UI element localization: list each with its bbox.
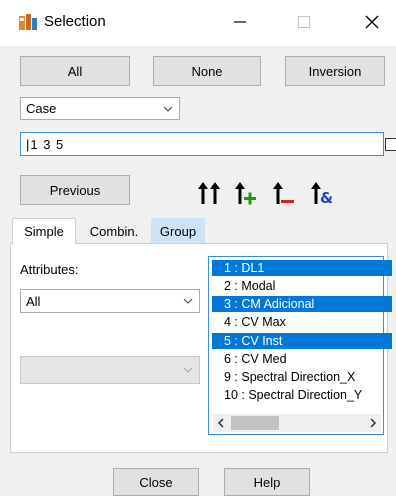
none-button[interactable]: None bbox=[153, 56, 261, 86]
attributes-select-value: All bbox=[26, 293, 41, 309]
tab-combin[interactable]: Combin. bbox=[78, 218, 150, 244]
list-item[interactable]: 6 : CV Med bbox=[212, 351, 392, 367]
list-item[interactable]: 1 : DL1 bbox=[212, 260, 392, 276]
add-selection-icon[interactable] bbox=[234, 181, 256, 205]
select-all-icon[interactable] bbox=[198, 181, 220, 205]
previous-button[interactable]: Previous bbox=[20, 175, 130, 205]
list-item[interactable]: 2 : Modal bbox=[212, 278, 392, 294]
chevron-down-icon bbox=[183, 298, 193, 304]
selection-input[interactable]: |1 3 5 bbox=[20, 132, 384, 156]
list-item[interactable]: 9 : Spectral Direction_X bbox=[212, 369, 392, 385]
close-window-button[interactable] bbox=[348, 0, 396, 44]
window-title: Selection bbox=[44, 13, 106, 30]
case-select-value: Case bbox=[26, 101, 57, 116]
app-icon bbox=[18, 12, 38, 32]
scrollbar-thumb[interactable] bbox=[231, 416, 279, 430]
list-item[interactable]: 3 : CM Adicional bbox=[212, 296, 392, 312]
all-button[interactable]: All bbox=[20, 56, 130, 86]
chevron-down-icon bbox=[163, 106, 173, 112]
case-listbox[interactable]: 1 : DL1 2 : Modal 3 : CM Adicional 4 : C… bbox=[208, 256, 392, 435]
maximize-button[interactable] bbox=[280, 0, 328, 44]
intersect-selection-icon[interactable]: & bbox=[310, 181, 333, 207]
close-button[interactable]: Close bbox=[113, 468, 199, 496]
scroll-left-icon[interactable] bbox=[216, 417, 226, 429]
attributes-label: Attributes: bbox=[20, 262, 79, 277]
help-button[interactable]: Help bbox=[224, 468, 310, 496]
tab-simple[interactable]: Simple bbox=[12, 218, 76, 244]
tab-group[interactable]: Group bbox=[151, 218, 205, 244]
horizontal-scrollbar[interactable] bbox=[213, 414, 381, 432]
case-select[interactable]: Case bbox=[20, 97, 180, 120]
value-select-disabled bbox=[20, 356, 200, 384]
minimize-button[interactable] bbox=[216, 0, 264, 44]
list-item[interactable]: 5 : CV Inst bbox=[212, 333, 392, 349]
svg-text:&: & bbox=[320, 189, 333, 205]
options-checkbox[interactable] bbox=[385, 138, 396, 151]
list-item[interactable]: 10 : Spectral Direction_Y bbox=[212, 387, 392, 403]
attributes-select[interactable]: All bbox=[20, 289, 200, 313]
scroll-right-icon[interactable] bbox=[368, 417, 378, 429]
remove-selection-icon[interactable] bbox=[272, 181, 294, 205]
chevron-down-icon bbox=[183, 367, 193, 373]
inversion-button[interactable]: Inversion bbox=[285, 56, 385, 86]
list-item[interactable]: 4 : CV Max bbox=[212, 314, 392, 330]
